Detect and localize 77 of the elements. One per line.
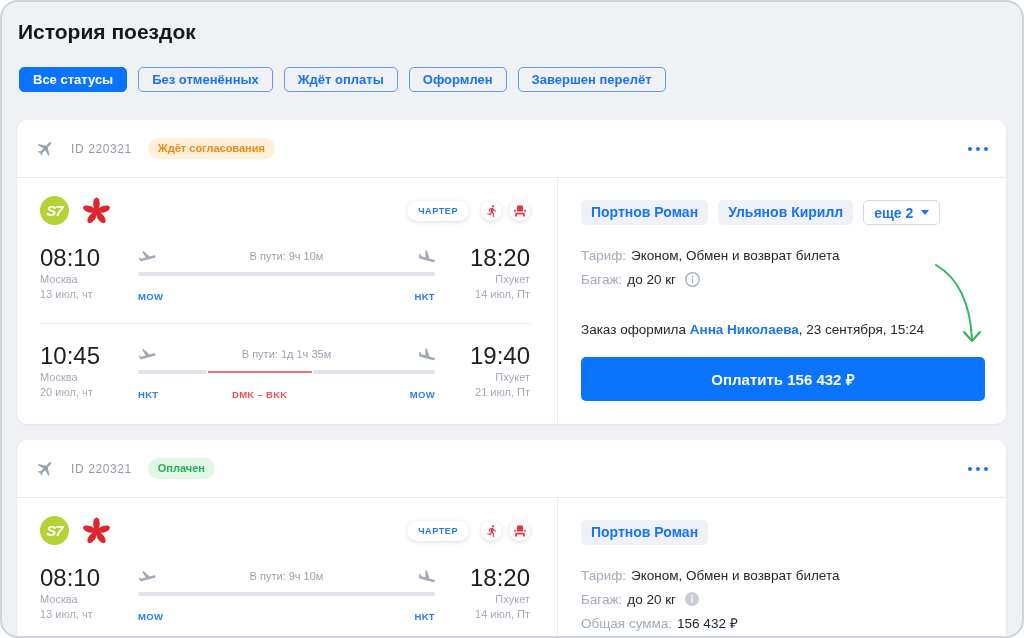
arrival-date: 14 июл, Пт — [475, 287, 530, 302]
trip-id: ID 220321 — [71, 461, 132, 476]
page-title: История поездок — [18, 19, 196, 45]
running-person-icon — [481, 520, 502, 541]
more-icon[interactable] — [968, 466, 988, 471]
departure-time: 10:45 — [40, 342, 101, 370]
charter-tag: ЧАРТЕР — [407, 200, 469, 221]
author-link[interactable]: Анна Николаева — [689, 322, 799, 337]
flower-logo-icon — [82, 516, 111, 545]
detail-value: до 20 кг — [627, 591, 677, 607]
departure-code: MOW — [138, 290, 164, 304]
flower-logo-icon — [82, 196, 111, 225]
landing-icon — [419, 347, 435, 361]
departure-code: MOW — [138, 610, 164, 624]
arrival-time: 18:20 — [469, 564, 530, 592]
departure-time: 08:10 — [40, 564, 101, 592]
layover-code: DMK – BKK — [232, 388, 288, 402]
pay-button[interactable]: Оплатить 156 432 ₽ — [581, 357, 985, 401]
plane-icon — [38, 141, 53, 156]
arrival-code: HKT — [414, 290, 435, 304]
trip-id: ID 220321 — [71, 141, 132, 156]
arrival-code: MOW — [409, 388, 435, 402]
passenger-tag: Портнов Роман — [581, 520, 709, 545]
departure-date: 13 июл, чт — [40, 607, 93, 622]
plane-icon — [38, 461, 53, 476]
order-note: Заказ оформила Анна Николаева, 23 сентября, 15:24 — [581, 321, 924, 339]
departure-code: HKT — [138, 388, 159, 402]
caret-icon — [921, 210, 930, 215]
arrival-date: 14 июл, Пт — [475, 607, 530, 622]
filter-button[interactable]: Без отменённых — [138, 67, 273, 92]
passenger-tag: Ульянов Кирилл — [718, 200, 854, 225]
landing-icon — [419, 249, 435, 263]
departure-date: 13 июл, чт — [40, 287, 93, 302]
more-passengers-button[interactable]: еще 2 — [863, 200, 941, 225]
detail-value: до 20 кг — [627, 271, 677, 287]
detail-value: Эконом, Обмен и возврат билета — [631, 247, 840, 263]
departure-city: Москва — [40, 272, 78, 287]
flight-duration: В пути: 9ч 10м — [249, 570, 324, 582]
filter-button[interactable]: Оформлен — [408, 67, 507, 92]
takeoff-icon — [138, 250, 156, 262]
running-person-icon — [481, 200, 502, 221]
takeoff-icon — [138, 348, 156, 360]
info-icon[interactable] — [685, 271, 701, 287]
filter-button[interactable]: Ждёт оплаты — [283, 67, 398, 92]
departure-date: 20 июл, чт — [40, 385, 93, 400]
detail-label: Тариф: — [581, 247, 627, 263]
flight-duration: В пути: 9ч 10м — [249, 250, 324, 262]
arrival-city: Пхукет — [495, 592, 530, 607]
detail-value: 156 432 ₽ — [677, 615, 738, 632]
seat-icon — [509, 200, 530, 221]
departure-city: Москва — [40, 592, 78, 607]
detail-label: Тариф: — [581, 567, 627, 583]
departure-city: Москва — [40, 370, 78, 385]
arrival-city: Пхукет — [495, 272, 530, 287]
arrival-code: HKT — [414, 610, 435, 624]
detail-label: Багаж: — [581, 271, 623, 287]
status-badge: Ждёт согласования — [147, 138, 275, 159]
filter-button[interactable]: Все статусы — [19, 67, 128, 92]
landing-icon — [419, 569, 435, 583]
takeoff-icon — [138, 570, 156, 582]
arrival-time: 19:40 — [469, 342, 530, 370]
seat-icon — [509, 520, 530, 541]
flight-duration: В пути: 1д 1ч 35м — [241, 348, 332, 360]
charter-tag: ЧАРТЕР — [407, 520, 469, 541]
arrival-time: 18:20 — [469, 244, 530, 272]
detail-label: Общая сумма: — [581, 615, 673, 631]
departure-time: 08:10 — [40, 244, 101, 272]
detail-label: Багаж: — [581, 591, 623, 607]
airline-logo: S7 — [40, 516, 69, 545]
passenger-tag: Портнов Роман — [581, 200, 709, 225]
airline-logo: S7 — [40, 196, 69, 225]
status-badge: Оплачен — [147, 458, 215, 479]
arrival-city: Пхукет — [495, 370, 530, 385]
detail-value: Эконом, Обмен и возврат билета — [631, 567, 840, 583]
arrival-date: 21 июл, Пт — [475, 385, 530, 400]
more-icon[interactable] — [968, 146, 988, 151]
filter-button[interactable]: Завершен перелёт — [517, 67, 666, 92]
